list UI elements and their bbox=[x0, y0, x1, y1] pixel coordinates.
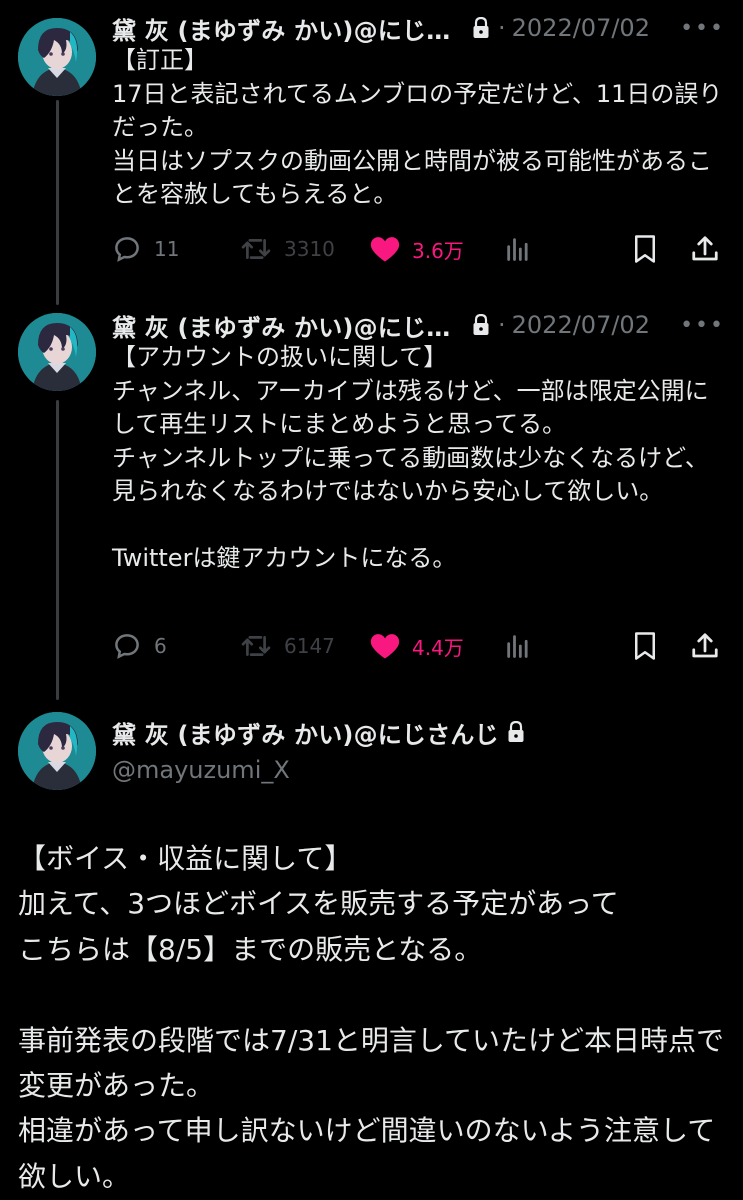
separator-dot: · bbox=[498, 14, 506, 42]
thread-line bbox=[56, 400, 59, 700]
bookmark-button[interactable] bbox=[632, 229, 658, 269]
reply-icon bbox=[112, 631, 142, 661]
share-button[interactable] bbox=[690, 626, 720, 666]
main-tweet-text: 【ボイス・収益に関して】 加えて、3つほどボイスを販売する予定があって こちらは… bbox=[18, 842, 725, 1193]
tweet-actions: 11 3310 3.6万 bbox=[112, 229, 725, 269]
heart-icon bbox=[370, 632, 400, 660]
separator-dot: · bbox=[498, 311, 506, 339]
tweet-actions: 6 6147 4.4万 bbox=[112, 626, 725, 666]
author-handle[interactable]: @mayuzumi_X bbox=[112, 752, 525, 788]
like-button[interactable]: 4.4万 bbox=[370, 626, 464, 666]
tweet[interactable]: 黛 灰 (まゆずみ かい)@にじさ… · 2022/07/02 ••• 【訂正】… bbox=[112, 12, 725, 212]
retweet-count: 6147 bbox=[284, 634, 335, 658]
reply-count: 6 bbox=[154, 634, 167, 658]
reply-count: 11 bbox=[154, 237, 180, 261]
views-icon bbox=[504, 632, 532, 660]
retweet-icon bbox=[240, 234, 272, 264]
retweet-button[interactable]: 6147 bbox=[240, 626, 335, 666]
heart-icon bbox=[370, 235, 400, 263]
avatar[interactable] bbox=[18, 18, 96, 96]
reply-icon bbox=[112, 234, 142, 264]
tweet-text: 【訂正】 17日と表記されてるムンブロの予定だけど、11日の誤りだった。 当日は… bbox=[112, 46, 723, 208]
views-icon bbox=[504, 235, 532, 263]
share-icon bbox=[690, 631, 720, 661]
more-icon[interactable]: ••• bbox=[680, 313, 725, 338]
avatar[interactable] bbox=[18, 712, 96, 790]
like-count: 4.4万 bbox=[412, 635, 464, 660]
views-button[interactable] bbox=[504, 626, 532, 666]
tweet-date[interactable]: 2022/07/02 bbox=[512, 14, 650, 42]
lock-icon bbox=[507, 720, 525, 743]
tweet[interactable]: 黛 灰 (まゆずみ かい)@にじさ… · 2022/07/02 ••• 【アカウ… bbox=[112, 309, 725, 576]
lock-icon bbox=[472, 313, 490, 336]
reply-button[interactable]: 6 bbox=[112, 626, 167, 666]
share-icon bbox=[690, 234, 720, 264]
share-button[interactable] bbox=[690, 229, 720, 269]
like-button[interactable]: 3.6万 bbox=[370, 229, 464, 269]
main-tweet-header: 黛 灰 (まゆずみ かい)@にじさんじ @mayuzumi_X bbox=[112, 712, 525, 788]
author-name[interactable]: 黛 灰 (まゆずみ かい)@にじさんじ bbox=[112, 715, 499, 750]
retweet-icon bbox=[240, 631, 272, 661]
retweet-button[interactable]: 3310 bbox=[240, 229, 335, 269]
bookmark-icon bbox=[632, 631, 658, 661]
like-count: 3.6万 bbox=[412, 238, 464, 263]
bookmark-button[interactable] bbox=[632, 626, 658, 666]
author-name[interactable]: 黛 灰 (まゆずみ かい)@にじさ… bbox=[112, 11, 464, 46]
reply-button[interactable]: 11 bbox=[112, 229, 179, 269]
tweet-date[interactable]: 2022/07/02 bbox=[512, 311, 650, 339]
author-name[interactable]: 黛 灰 (まゆずみ かい)@にじさ… bbox=[112, 308, 464, 343]
views-button[interactable] bbox=[504, 229, 532, 269]
avatar[interactable] bbox=[18, 313, 96, 391]
tweet-text: 【アカウントの扱いに関して】 チャンネル、アーカイブは残るけど、一部は限定公開に… bbox=[112, 343, 709, 572]
more-icon[interactable]: ••• bbox=[680, 16, 725, 41]
lock-icon bbox=[472, 16, 490, 39]
bookmark-icon bbox=[632, 234, 658, 264]
thread-line bbox=[56, 100, 59, 305]
retweet-count: 3310 bbox=[284, 237, 335, 261]
